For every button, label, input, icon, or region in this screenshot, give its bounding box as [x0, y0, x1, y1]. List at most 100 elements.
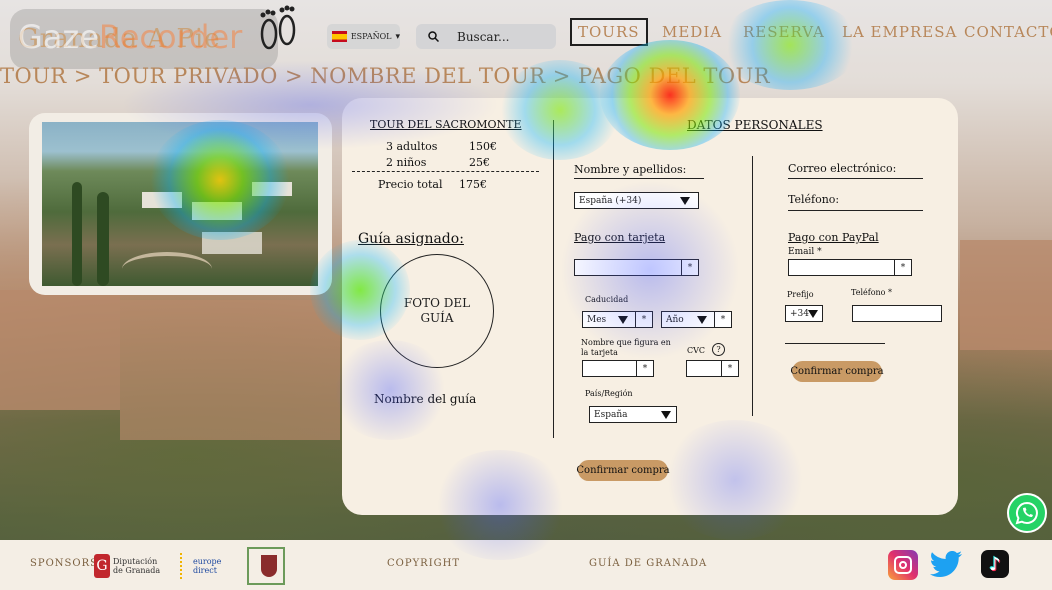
paypal-phone-label: Teléfono * [851, 288, 893, 297]
cvc-label: CVC [687, 346, 706, 355]
paypal-title[interactable]: Pago con PayPal [788, 231, 879, 244]
column-divider [553, 120, 554, 438]
summary-line-label: 3 adultos [386, 140, 438, 153]
guide-label: Guía asignado: [358, 231, 464, 247]
expiry-month-value: Mes [587, 314, 607, 325]
payment-card: TOUR DEL SACROMONTE 3 adultos 150€ 2 niñ… [342, 98, 958, 515]
phone-label: Teléfono: [788, 193, 840, 206]
nav-la-empresa[interactable]: LA EMPRESA [842, 18, 957, 46]
note-icon: ♪ [989, 553, 1001, 575]
language-selector[interactable]: ESPAÑOL ▾ [327, 24, 400, 49]
paypal-divider [785, 343, 885, 344]
tour-photo [42, 122, 318, 286]
name-label: Nombre y apellidos: [574, 163, 687, 176]
nav-tours[interactable]: TOURS [570, 18, 648, 46]
tiktok-icon[interactable]: ♪ [981, 550, 1009, 578]
paypal-email-field[interactable]: * [788, 259, 912, 276]
card-name-field[interactable]: * [582, 360, 654, 377]
country-region-label: País/Región [585, 389, 633, 398]
cvc-field[interactable]: * [686, 360, 739, 377]
logo[interactable]: Granada A Pie [10, 9, 278, 69]
caret-down-icon [680, 197, 690, 205]
search-input[interactable]: Buscar... [416, 24, 556, 49]
caret-down-icon [697, 316, 707, 324]
email-field[interactable] [788, 178, 923, 179]
summary-line-label: 2 niños [386, 156, 427, 169]
background-tower [0, 290, 120, 410]
caret-down-icon [618, 316, 628, 324]
nav-reserva[interactable]: RESERVA [743, 18, 825, 46]
tour-title[interactable]: TOUR DEL SACROMONTE [370, 118, 522, 131]
guia-de-granada[interactable]: GUÍA DE GRANADA [589, 558, 707, 569]
total-label: Precio total [378, 178, 443, 191]
sponsor1-line1: Diputación [113, 557, 158, 566]
total-price: 175€ [459, 178, 487, 191]
paypal-phone-field[interactable] [852, 305, 942, 322]
sponsors-label: SPONSORS [30, 558, 98, 569]
background-tower [120, 300, 340, 440]
phone-icon [1015, 501, 1038, 525]
logo-text: Granada A Pie [18, 24, 221, 54]
expiry-month-select[interactable]: Mes * [582, 311, 653, 328]
eu-stars-icon [180, 553, 190, 579]
prefix-label: Prefijo [787, 290, 814, 299]
personal-data-title: DATOS PERSONALES [687, 118, 823, 132]
sponsor1-line2: de Granada [113, 566, 161, 575]
guide-photo: FOTO DEL GUÍA [380, 254, 494, 368]
country-region-select[interactable]: España [589, 406, 677, 423]
sponsor2-line1: europe [193, 557, 222, 566]
sponsor-diputacion[interactable]: G Diputación de Granada [94, 548, 160, 584]
paypal-email-label: Email * [788, 247, 822, 257]
twitter-icon[interactable] [928, 550, 964, 580]
breadcrumb[interactable]: TOUR > TOUR PRIVADO > NOMBRE DEL TOUR > … [0, 64, 770, 88]
guide-name: Nombre del guía [374, 392, 477, 406]
required-mark: * [721, 361, 738, 376]
caret-down-icon [808, 310, 818, 318]
prefix-select[interactable]: +34 [785, 305, 823, 322]
caret-down-icon [661, 411, 671, 419]
background-tower [960, 240, 1052, 350]
card-payment-title[interactable]: Pago con tarjeta [574, 231, 665, 244]
help-icon[interactable]: ? [712, 343, 725, 356]
expiry-year-select[interactable]: Año * [661, 311, 732, 328]
confirm-card-button[interactable]: Confirmar compra [576, 460, 670, 481]
whatsapp-icon[interactable] [1007, 493, 1047, 533]
expiry-label: Caducidad [585, 295, 629, 304]
language-label: ESPAÑOL [350, 32, 392, 41]
guide-photo-text: FOTO DEL GUÍA [403, 296, 471, 325]
summary-divider [352, 171, 539, 172]
name-field[interactable] [574, 178, 704, 179]
tour-photo-card [29, 113, 332, 295]
chevron-down-icon: ▾ [395, 31, 400, 42]
country-code-value: España (+34) [579, 195, 642, 206]
expiry-year-value: Año [666, 314, 684, 325]
copyright[interactable]: COPYRIGHT [387, 558, 460, 569]
sponsor-ayuntamiento[interactable] [247, 547, 285, 585]
required-mark: * [636, 361, 653, 376]
required-mark: * [681, 260, 698, 275]
coat-of-arms-icon [247, 547, 285, 585]
diputacion-logo-icon: G [94, 554, 110, 578]
nav-contacto[interactable]: CONTACTO [964, 18, 1052, 46]
confirm-paypal-button[interactable]: Confirmar compra [790, 361, 884, 382]
required-mark: * [635, 312, 652, 327]
header: Granada A Pie ESPAÑOL ▾ Buscar... TOURS … [0, 0, 1052, 69]
nav-media[interactable]: MEDIA [662, 18, 722, 46]
summary-line-price: 150€ [469, 140, 497, 153]
bird-icon [930, 551, 962, 578]
country-region-value: España [594, 409, 628, 420]
card-name-label: Nombre que figura en la tarjeta [581, 338, 671, 357]
country-code-select[interactable]: España (+34) [574, 192, 699, 209]
prefix-value: +34 [790, 308, 809, 319]
sponsor-europe-direct[interactable]: europe direct [180, 548, 221, 584]
email-label: Correo electrónico: [788, 162, 897, 175]
summary-line-price: 25€ [469, 156, 490, 169]
sponsor2-line2: direct [193, 566, 217, 575]
required-mark: * [714, 312, 731, 327]
instagram-icon[interactable] [888, 550, 918, 580]
spain-flag-icon [332, 31, 347, 42]
phone-field[interactable] [788, 210, 923, 211]
footprints-icon [260, 5, 296, 50]
search-icon [428, 31, 439, 42]
card-number-field[interactable]: * [574, 259, 699, 276]
